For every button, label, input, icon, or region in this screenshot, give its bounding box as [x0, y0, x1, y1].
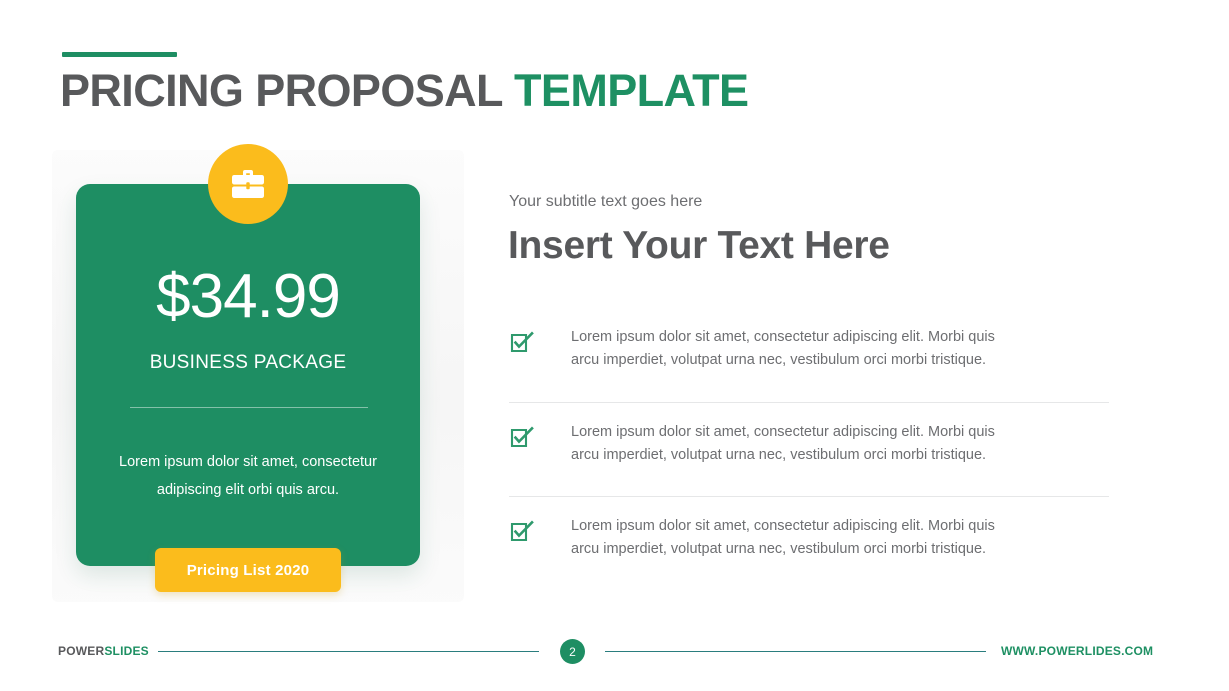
page-title: PRICING PROPOSAL TEMPLATE — [60, 65, 749, 117]
content-subtitle: Your subtitle text goes here — [509, 193, 703, 210]
card-divider — [130, 407, 368, 408]
feature-item: Lorem ipsum dolor sit amet, consectetur … — [509, 308, 1109, 402]
briefcase-icon-badge — [208, 144, 288, 224]
title-accent-bar — [62, 52, 177, 57]
footer-divider-left — [158, 651, 539, 652]
feature-item: Lorem ipsum dolor sit amet, consectetur … — [509, 496, 1109, 590]
footer-divider-right — [605, 651, 986, 652]
page-number-badge: 2 — [560, 639, 585, 664]
page-title-main: PRICING PROPOSAL — [60, 65, 515, 116]
feature-item: Lorem ipsum dolor sit amet, consectetur … — [509, 402, 1109, 496]
footer-brand-second: SLIDES — [104, 644, 149, 658]
checkbox-checked-icon — [509, 330, 535, 356]
footer-url: WWW.POWERLIDES.COM — [1001, 644, 1154, 658]
checkbox-checked-icon — [509, 519, 535, 545]
page-title-accent: TEMPLATE — [514, 65, 749, 116]
package-name: BUSINESS PACKAGE — [149, 352, 347, 373]
footer-brand-first: POWER — [58, 644, 105, 658]
checkbox-checked-icon — [509, 425, 535, 451]
feature-list: Lorem ipsum dolor sit amet, consectetur … — [509, 308, 1109, 590]
pricing-list-button[interactable]: Pricing List 2020 — [155, 548, 341, 592]
price-amount: $34.99 — [156, 262, 341, 331]
pricing-card — [76, 184, 420, 566]
content-headline: Insert Your Text Here — [508, 224, 890, 267]
feature-text: Lorem ipsum dolor sit amet, consectetur … — [571, 518, 995, 557]
card-description: Lorem ipsum dolor sit amet, consectetur … — [119, 454, 377, 498]
footer-brand: POWERSLIDES — [58, 644, 149, 658]
feature-text: Lorem ipsum dolor sit amet, consectetur … — [571, 424, 995, 463]
feature-text: Lorem ipsum dolor sit amet, consectetur … — [571, 329, 995, 368]
slide-canvas: PRICING PROPOSAL TEMPLATE $34.99 BUSINES… — [0, 0, 1229, 691]
briefcase-icon — [228, 166, 268, 202]
